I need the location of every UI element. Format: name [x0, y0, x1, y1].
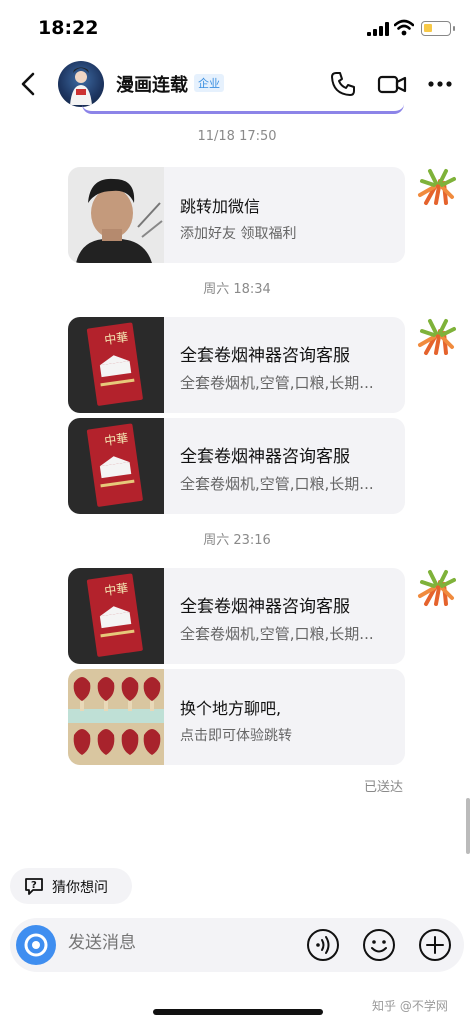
suggested-questions-chip[interactable]: ? 猜你想问: [10, 868, 132, 904]
man-portrait-thumbnail: [68, 167, 164, 263]
chip-label: 猜你想问: [52, 880, 108, 896]
cellular-signal-icon: [367, 22, 389, 36]
link-card-redirect[interactable]: 换个地方聊吧, 点击即可体验跳转: [68, 669, 405, 765]
card-subtitle: 点击即可体验跳转: [180, 728, 292, 744]
sender-avatar-icon[interactable]: [416, 167, 456, 207]
card-subtitle: 全套卷烟机,空管,口粮,长期...: [180, 475, 374, 493]
add-more-icon[interactable]: [418, 928, 452, 962]
camera-button[interactable]: [16, 925, 56, 965]
voice-input-icon[interactable]: [306, 928, 340, 962]
delivery-status: 已送达: [364, 780, 404, 795]
emoji-icon[interactable]: [362, 928, 396, 962]
cigarette-pack-thumbnail: 中華: [68, 317, 164, 413]
avatar[interactable]: [58, 61, 104, 107]
card-subtitle: 全套卷烟机,空管,口粮,长期...: [180, 374, 374, 392]
home-indicator[interactable]: [153, 1009, 323, 1015]
link-card-tobacco[interactable]: 中華 全套卷烟神器咨询客服 全套卷烟机,空管,口粮,长期...: [68, 317, 405, 413]
message-list[interactable]: 11/18 17:50 跳转加微信 添加好友 领取福利 周六 18:34 中華 …: [0, 111, 474, 854]
back-arrow-icon[interactable]: [16, 70, 40, 98]
cigarette-pack-thumbnail: 中華: [68, 568, 164, 664]
cigarette-pack-thumbnail: 中華: [68, 418, 164, 514]
video-call-icon[interactable]: [377, 70, 407, 98]
sender-avatar-icon[interactable]: [416, 317, 456, 357]
previous-message-bubble: [82, 104, 404, 114]
message-input-bar: [10, 918, 464, 972]
link-card-wechat[interactable]: 跳转加微信 添加好友 领取福利: [68, 167, 405, 263]
card-title: 全套卷烟神器咨询客服: [180, 447, 350, 467]
battery-icon: [421, 21, 455, 36]
more-options-icon[interactable]: [426, 70, 454, 98]
timestamp: 11/18 17:50: [197, 129, 277, 144]
card-title: 跳转加微信: [180, 197, 261, 216]
sender-avatar-icon[interactable]: [416, 568, 456, 608]
enterprise-badge: 企业: [194, 74, 224, 92]
link-card-tobacco[interactable]: 中華 全套卷烟神器咨询客服 全套卷烟机,空管,口粮,长期...: [68, 568, 405, 664]
message-input[interactable]: [68, 933, 288, 953]
card-subtitle: 全套卷烟机,空管,口粮,长期...: [180, 625, 374, 643]
status-bar: 18:22: [0, 0, 474, 56]
timestamp: 周六 23:16: [203, 533, 271, 548]
svg-text:?: ?: [31, 880, 37, 891]
link-card-tobacco[interactable]: 中華 全套卷烟神器咨询客服 全套卷烟机,空管,口粮,长期...: [68, 418, 405, 514]
status-time: 18:22: [38, 17, 99, 39]
timestamp: 周六 18:34: [203, 282, 271, 297]
card-title: 换个地方聊吧,: [180, 699, 282, 718]
card-title: 全套卷烟神器咨询客服: [180, 346, 350, 366]
phone-icon[interactable]: [329, 70, 357, 98]
chat-title: 漫画连载: [116, 75, 188, 96]
scrollbar[interactable]: [466, 798, 470, 854]
camera-icon: [24, 933, 48, 957]
wifi-icon: [394, 19, 414, 36]
food-tray-thumbnail: [68, 669, 164, 765]
watermark: 知乎 @不学网: [372, 999, 448, 1013]
card-title: 全套卷烟神器咨询客服: [180, 597, 350, 617]
card-subtitle: 添加好友 领取福利: [180, 226, 297, 242]
question-bubble-icon: ?: [25, 878, 43, 895]
